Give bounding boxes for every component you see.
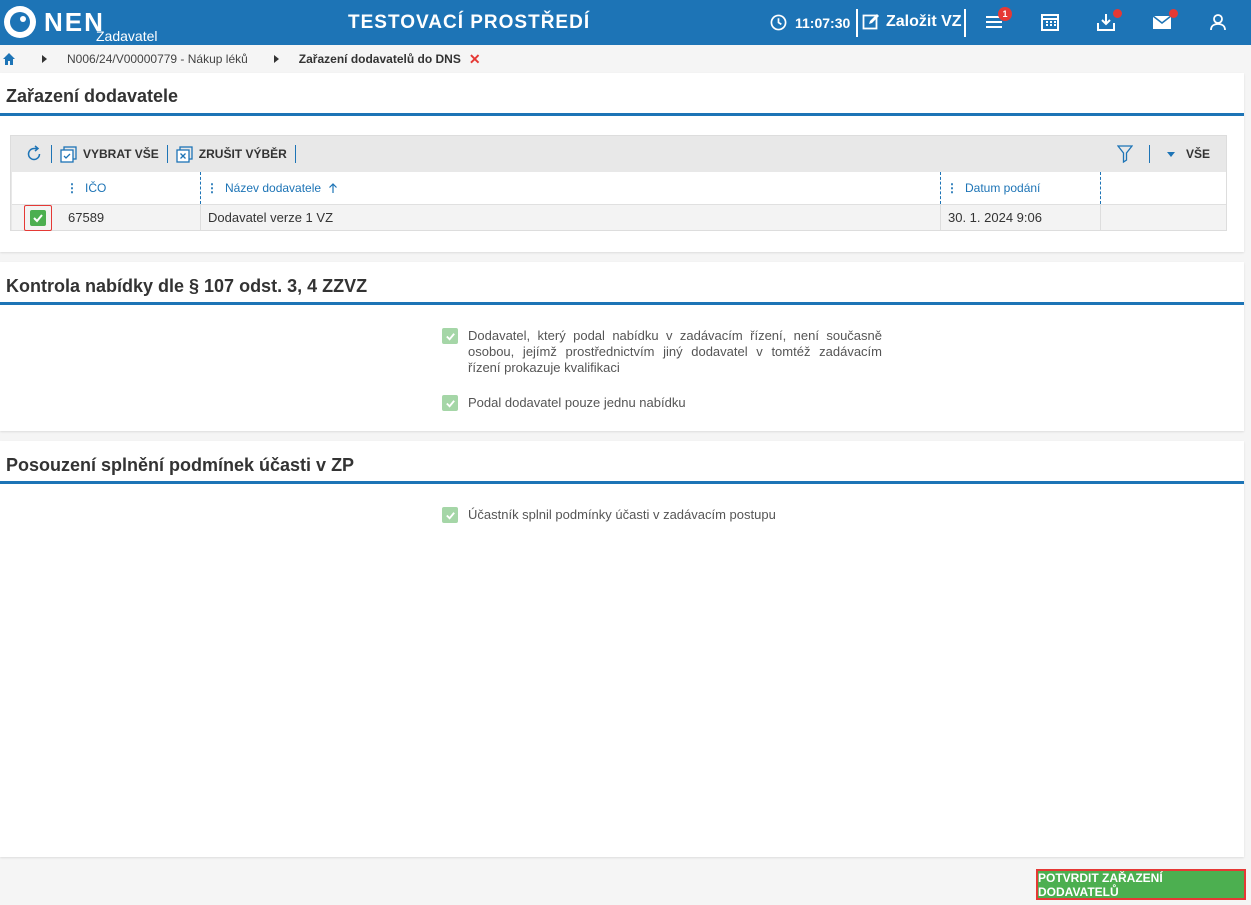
toolbar-divider (294, 145, 296, 163)
breadcrumb-arrow-icon (42, 55, 47, 63)
grid-filter-area: VŠE (1116, 136, 1210, 172)
conditions-title: Posouzení splnění podmínek účasti v ZP (6, 455, 355, 475)
top-bar: NEN Zadavatel TESTOVACÍ PROSTŘEDÍ 11:07:… (0, 0, 1251, 45)
column-divider[interactable] (940, 172, 941, 204)
logo-icon (4, 6, 36, 38)
clear-selection-button[interactable]: ZRUŠIT VÝBĚR (168, 145, 295, 163)
filter-icon[interactable] (1116, 145, 1133, 163)
check-item: Podal dodavatel pouze jednu nabídku (442, 395, 882, 411)
session-timer: 11:07:30 (770, 14, 850, 31)
messages-notification-dot (1169, 9, 1178, 18)
check-label: Účastník splnil podmínky účasti v zadáva… (468, 507, 776, 522)
column-header-ico[interactable]: ⋮ IČO (66, 172, 106, 204)
cell-submission-date: 30. 1. 2024 9:06 (948, 210, 1042, 225)
clear-selection-icon (176, 145, 193, 163)
column-menu-icon[interactable]: ⋮ (206, 181, 218, 195)
cell-divider (1100, 205, 1101, 231)
time-value: 11:07:30 (795, 14, 851, 31)
breadcrumb-arrow-icon (273, 55, 279, 63)
section-underline (0, 481, 1244, 484)
logo-subtitle: Zadavatel (96, 28, 158, 44)
grid-toolbar: VYBRAT VŠE ZRUŠIT VÝBĚR VŠE (11, 136, 1226, 172)
check-label: Dodavatel, který podal nabídku v zadávac… (468, 328, 882, 375)
supplier-panel: Zařazení dodavatele VYBRAT VŠE ZRUŠIT VÝ… (0, 73, 1244, 252)
user-icon (1210, 14, 1226, 31)
checkbox-checked-disabled-icon (442, 395, 458, 411)
toolbar-divider (1148, 145, 1150, 163)
inbox-button[interactable] (1096, 9, 1122, 34)
check-item: Dodavatel, který podal nabídku v zadávac… (442, 328, 882, 376)
section-underline (0, 113, 1244, 116)
caret-down-icon[interactable] (1166, 149, 1176, 159)
row-select-checkbox[interactable] (24, 205, 52, 231)
select-all-icon (60, 145, 77, 163)
column-menu-icon[interactable]: ⋮ (66, 181, 78, 195)
conditions-panel: Posouzení splnění podmínek účasti v ZP Ú… (0, 441, 1244, 857)
column-header-name[interactable]: ⋮ Název dodavatele (206, 172, 339, 204)
calendar-icon (1041, 14, 1059, 31)
supplier-grid: VYBRAT VŠE ZRUŠIT VÝBĚR VŠE ⋮ IČO ⋮ Náze… (10, 135, 1227, 231)
breadcrumb: N006/24/V00000779 - Nákup léků Zařazení … (0, 45, 1251, 73)
column-menu-icon[interactable]: ⋮ (946, 181, 958, 195)
select-all-label: VYBRAT VŠE (83, 147, 159, 161)
breadcrumb-item-contract[interactable]: N006/24/V00000779 - Nákup léků (67, 52, 248, 66)
environment-title: TESTOVACÍ PROSTŘEDÍ (348, 12, 591, 33)
check-item: Účastník splnil podmínky účasti v zadáva… (442, 507, 882, 523)
menu-button[interactable]: 1 (984, 7, 1012, 34)
header-divider (856, 9, 858, 37)
edit-icon (862, 14, 879, 30)
column-header-date[interactable]: ⋮ Datum podání (946, 172, 1040, 204)
select-all-button[interactable]: VYBRAT VŠE (52, 145, 167, 163)
clear-selection-label: ZRUŠIT VÝBĚR (198, 147, 287, 161)
close-tab-icon[interactable]: ✕ (469, 51, 481, 68)
new-contract-button[interactable]: Založit VZ (862, 13, 962, 31)
column-divider[interactable] (1100, 172, 1101, 204)
grid-header: ⋮ IČO ⋮ Název dodavatele ⋮ Datum podání (12, 172, 1226, 204)
refresh-button[interactable] (11, 145, 51, 163)
checkbox-checked-disabled-icon (442, 328, 458, 344)
home-icon[interactable] (2, 52, 16, 66)
column-divider[interactable] (200, 172, 201, 204)
cell-divider (940, 205, 941, 231)
column-header-ico-label: IČO (85, 181, 107, 195)
inbox-notification-dot (1113, 9, 1122, 18)
checkbox-checked-icon (30, 210, 46, 226)
offer-control-panel: Kontrola nabídky dle § 107 odst. 3, 4 ZZ… (0, 262, 1244, 431)
messages-button[interactable] (1152, 9, 1178, 34)
table-row[interactable]: 67589 Dodavatel verze 1 VZ 30. 1. 2024 9… (12, 204, 1226, 231)
cell-ico: 67589 (68, 210, 105, 225)
new-contract-label: Založit VZ (886, 13, 962, 30)
checkbox-checked-disabled-icon (442, 507, 458, 523)
nen-logo[interactable]: NEN (4, 6, 105, 38)
column-header-date-label: Datum podání (965, 181, 1041, 195)
breadcrumb-current: Zařazení dodavatelů do DNS (298, 52, 461, 66)
supplier-panel-title: Zařazení dodavatele (6, 86, 179, 106)
sort-ascending-icon (329, 183, 338, 193)
confirm-suppliers-button[interactable]: POTVRDIT ZAŘAZENÍ DODAVATELŮ (1036, 869, 1246, 900)
column-header-name-label: Název dodavatele (225, 181, 322, 195)
clock-icon (770, 14, 787, 31)
filter-selector[interactable]: VŠE (1186, 147, 1210, 161)
check-label: Podal dodavatel pouze jednu nabídku (468, 395, 686, 410)
cell-divider (200, 205, 201, 231)
offer-control-title: Kontrola nabídky dle § 107 odst. 3, 4 ZZ… (6, 276, 368, 296)
cell-supplier-name: Dodavatel verze 1 VZ (208, 210, 334, 225)
user-button[interactable] (1208, 12, 1230, 34)
header-divider (964, 9, 966, 37)
calendar-button[interactable] (1040, 12, 1062, 34)
menu-badge: 1 (998, 7, 1012, 21)
refresh-icon (27, 145, 41, 161)
section-underline (0, 302, 1244, 305)
